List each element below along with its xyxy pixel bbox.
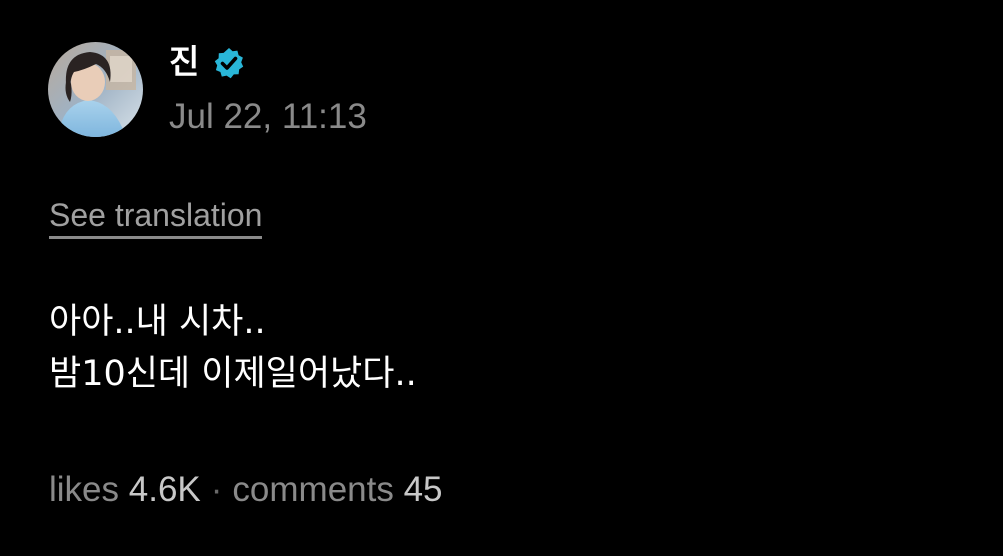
likes-label: likes — [49, 470, 120, 509]
post-body: 아아..내 시차.. 밤10신데 이제일어났다.. — [49, 296, 417, 400]
comments-label: comments — [232, 470, 394, 509]
likes-count: 4.6K — [128, 470, 201, 509]
likes-stat[interactable]: likes 4.6K — [49, 470, 201, 509]
comments-count: 45 — [403, 470, 443, 509]
stats-separator: · — [210, 470, 223, 509]
see-translation-link[interactable]: See translation — [49, 195, 263, 239]
verified-badge-icon — [214, 48, 244, 79]
author-name[interactable]: 진 — [169, 40, 199, 84]
post-timestamp: Jul 22, 11:13 — [169, 97, 367, 136]
post-line: 아아..내 시차.. — [49, 302, 266, 342]
comments-stat[interactable]: comments 45 — [232, 470, 442, 509]
post-card: 진 Jul 22, 11:13 See translation 아아..내 시차… — [0, 0, 1003, 556]
post-stats: likes 4.6K · comments 45 — [49, 468, 443, 512]
avatar[interactable] — [48, 42, 143, 137]
profile-photo-icon — [48, 42, 143, 137]
post-line: 밤10신데 이제일어났다.. — [49, 354, 417, 394]
